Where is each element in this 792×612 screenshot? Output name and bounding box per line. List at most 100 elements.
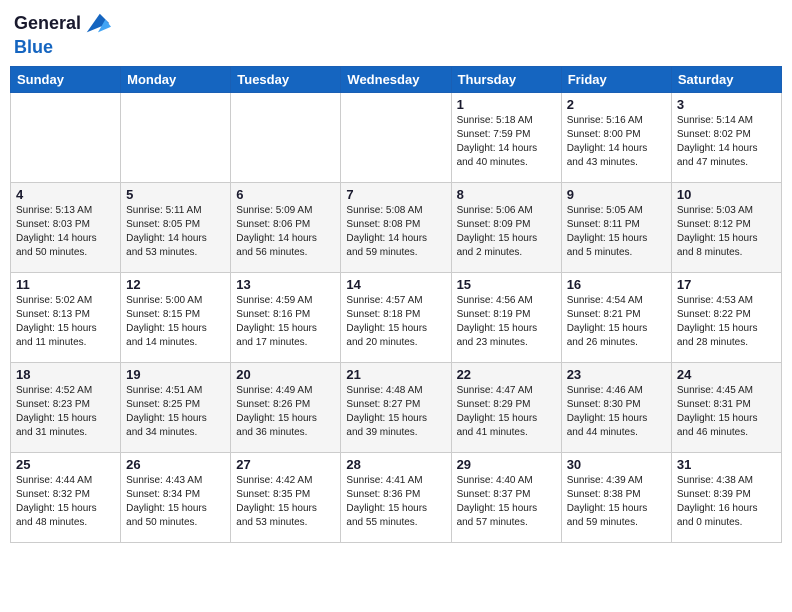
calendar-day-25: 25Sunrise: 4:44 AM Sunset: 8:32 PM Dayli… [11,452,121,542]
day-info: Sunrise: 4:53 AM Sunset: 8:22 PM Dayligh… [677,294,776,350]
weekday-header-tuesday: Tuesday [231,66,341,92]
calendar-week-row: 11 Sunrise: 5:02 AM Sunset: 8:13 PM Dayli… [11,272,782,362]
calendar-day-10: 10Sunrise: 5:03 AM Sunset: 8:12 PM Dayli… [671,182,781,272]
calendar-day-30: 30 Sunrise: 4:39 AM Sunset: 8:38 PM Dayli… [561,452,671,542]
calendar-day-13: 13Sunrise: 4:59 AM Sunset: 8:16 PM Dayli… [231,272,341,362]
calendar-day-16: 16 Sunrise: 4:54 AM Sunset: 8:21 PM Dayli… [561,272,671,362]
day-info: Sunrise: 4:43 AM Sunset: 8:34 PM Dayligh… [126,474,225,530]
calendar-day-23: 23 Sunrise: 4:46 AM Sunset: 8:30 PM Dayli… [561,362,671,452]
day-info: Sunrise: 4:45 AM Sunset: 8:31 PM Dayligh… [677,384,776,440]
calendar-week-row: 25Sunrise: 4:44 AM Sunset: 8:32 PM Dayli… [11,452,782,542]
day-info: Sunrise: 5:14 AM Sunset: 8:02 PM Dayligh… [677,114,776,170]
day-number: 19 [126,367,225,382]
calendar-day-14: 14 Sunrise: 4:57 AM Sunset: 8:18 PM Dayli… [341,272,451,362]
calendar-day-1: 1 Sunrise: 5:18 AM Sunset: 7:59 PM Daylig… [451,92,561,182]
calendar-week-row: 18Sunrise: 4:52 AM Sunset: 8:23 PM Dayli… [11,362,782,452]
logo-icon [83,10,111,38]
day-info: Sunrise: 5:05 AM Sunset: 8:11 PM Dayligh… [567,204,666,260]
weekday-header-friday: Friday [561,66,671,92]
calendar-day-2: 2Sunrise: 5:16 AM Sunset: 8:00 PM Daylig… [561,92,671,182]
calendar-day-31: 31 Sunrise: 4:38 AM Sunset: 8:39 PM Dayli… [671,452,781,542]
day-info: Sunrise: 4:54 AM Sunset: 8:21 PM Dayligh… [567,294,666,350]
day-number: 22 [457,367,556,382]
day-info: Sunrise: 4:48 AM Sunset: 8:27 PM Dayligh… [346,384,445,440]
calendar-day-5: 5 Sunrise: 5:11 AM Sunset: 8:05 PM Daylig… [121,182,231,272]
day-info: Sunrise: 5:00 AM Sunset: 8:15 PM Dayligh… [126,294,225,350]
empty-cell [121,92,231,182]
calendar-day-28: 28 Sunrise: 4:41 AM Sunset: 8:36 PM Dayli… [341,452,451,542]
day-info: Sunrise: 4:40 AM Sunset: 8:37 PM Dayligh… [457,474,556,530]
empty-cell [11,92,121,182]
day-info: Sunrise: 5:02 AM Sunset: 8:13 PM Dayligh… [16,294,115,350]
weekday-header-wednesday: Wednesday [341,66,451,92]
day-number: 13 [236,277,335,292]
day-number: 11 [16,277,115,292]
day-number: 20 [236,367,335,382]
calendar-day-15: 15 Sunrise: 4:56 AM Sunset: 8:19 PM Dayli… [451,272,561,362]
weekday-header-thursday: Thursday [451,66,561,92]
day-number: 28 [346,457,445,472]
empty-cell [231,92,341,182]
day-number: 30 [567,457,666,472]
calendar-day-17: 17Sunrise: 4:53 AM Sunset: 8:22 PM Dayli… [671,272,781,362]
day-number: 6 [236,187,335,202]
day-number: 26 [126,457,225,472]
calendar-day-6: 6 Sunrise: 5:09 AM Sunset: 8:06 PM Daylig… [231,182,341,272]
day-info: Sunrise: 5:11 AM Sunset: 8:05 PM Dayligh… [126,204,225,260]
calendar-day-18: 18Sunrise: 4:52 AM Sunset: 8:23 PM Dayli… [11,362,121,452]
logo-blue-text: Blue [14,38,53,58]
day-number: 14 [346,277,445,292]
day-number: 29 [457,457,556,472]
calendar-day-3: 3Sunrise: 5:14 AM Sunset: 8:02 PM Daylig… [671,92,781,182]
day-number: 21 [346,367,445,382]
day-number: 27 [236,457,335,472]
weekday-header-monday: Monday [121,66,231,92]
day-info: Sunrise: 4:46 AM Sunset: 8:30 PM Dayligh… [567,384,666,440]
calendar-day-12: 12Sunrise: 5:00 AM Sunset: 8:15 PM Dayli… [121,272,231,362]
day-number: 23 [567,367,666,382]
day-number: 5 [126,187,225,202]
day-info: Sunrise: 5:08 AM Sunset: 8:08 PM Dayligh… [346,204,445,260]
day-number: 15 [457,277,556,292]
logo: General Blue [14,10,111,58]
day-info: Sunrise: 4:57 AM Sunset: 8:18 PM Dayligh… [346,294,445,350]
calendar-day-9: 9 Sunrise: 5:05 AM Sunset: 8:11 PM Daylig… [561,182,671,272]
calendar-day-29: 29 Sunrise: 4:40 AM Sunset: 8:37 PM Dayli… [451,452,561,542]
calendar-week-row: 4Sunrise: 5:13 AM Sunset: 8:03 PM Daylig… [11,182,782,272]
calendar-day-24: 24 Sunrise: 4:45 AM Sunset: 8:31 PM Dayli… [671,362,781,452]
day-number: 25 [16,457,115,472]
day-info: Sunrise: 4:42 AM Sunset: 8:35 PM Dayligh… [236,474,335,530]
calendar-day-8: 8 Sunrise: 5:06 AM Sunset: 8:09 PM Daylig… [451,182,561,272]
day-info: Sunrise: 4:56 AM Sunset: 8:19 PM Dayligh… [457,294,556,350]
calendar-day-26: 26 Sunrise: 4:43 AM Sunset: 8:34 PM Dayli… [121,452,231,542]
day-number: 10 [677,187,776,202]
day-info: Sunrise: 4:51 AM Sunset: 8:25 PM Dayligh… [126,384,225,440]
weekday-header-row: SundayMondayTuesdayWednesdayThursdayFrid… [11,66,782,92]
day-number: 31 [677,457,776,472]
calendar-table: SundayMondayTuesdayWednesdayThursdayFrid… [10,66,782,543]
day-number: 9 [567,187,666,202]
day-number: 1 [457,97,556,112]
calendar-day-11: 11 Sunrise: 5:02 AM Sunset: 8:13 PM Dayli… [11,272,121,362]
day-number: 7 [346,187,445,202]
day-info: Sunrise: 4:38 AM Sunset: 8:39 PM Dayligh… [677,474,776,530]
day-info: Sunrise: 4:52 AM Sunset: 8:23 PM Dayligh… [16,384,115,440]
day-number: 24 [677,367,776,382]
day-info: Sunrise: 4:47 AM Sunset: 8:29 PM Dayligh… [457,384,556,440]
calendar-day-4: 4Sunrise: 5:13 AM Sunset: 8:03 PM Daylig… [11,182,121,272]
calendar-day-21: 21 Sunrise: 4:48 AM Sunset: 8:27 PM Dayli… [341,362,451,452]
day-info: Sunrise: 4:49 AM Sunset: 8:26 PM Dayligh… [236,384,335,440]
day-info: Sunrise: 5:06 AM Sunset: 8:09 PM Dayligh… [457,204,556,260]
day-number: 8 [457,187,556,202]
day-info: Sunrise: 4:41 AM Sunset: 8:36 PM Dayligh… [346,474,445,530]
day-info: Sunrise: 5:09 AM Sunset: 8:06 PM Dayligh… [236,204,335,260]
day-info: Sunrise: 5:13 AM Sunset: 8:03 PM Dayligh… [16,204,115,260]
calendar-day-20: 20 Sunrise: 4:49 AM Sunset: 8:26 PM Dayli… [231,362,341,452]
calendar-day-27: 27 Sunrise: 4:42 AM Sunset: 8:35 PM Dayli… [231,452,341,542]
calendar-week-row: 1 Sunrise: 5:18 AM Sunset: 7:59 PM Daylig… [11,92,782,182]
day-info: Sunrise: 5:18 AM Sunset: 7:59 PM Dayligh… [457,114,556,170]
day-number: 16 [567,277,666,292]
day-info: Sunrise: 4:39 AM Sunset: 8:38 PM Dayligh… [567,474,666,530]
day-number: 2 [567,97,666,112]
calendar-day-22: 22 Sunrise: 4:47 AM Sunset: 8:29 PM Dayli… [451,362,561,452]
